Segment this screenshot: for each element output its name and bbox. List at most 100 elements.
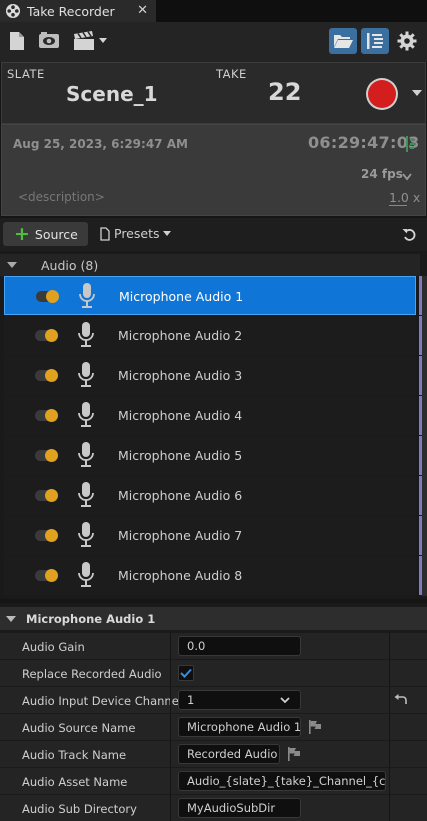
toolbar [0, 22, 427, 62]
open-folder-button[interactable] [329, 28, 357, 54]
details-title: Microphone Audio 1 [26, 611, 156, 626]
description-field[interactable]: <description> [18, 190, 105, 204]
source-name: Microphone Audio 2 [118, 328, 243, 343]
sources-list: Audio (8) Microphone Audio 1 Microphone A… [0, 251, 427, 599]
clapper-menu-button[interactable] [69, 30, 109, 52]
tab-bar: Take Recorder ✕ [0, 0, 427, 22]
chevron-down-icon[interactable] [402, 170, 412, 184]
source-name: Microphone Audio 5 [118, 448, 243, 463]
add-source-button[interactable]: + Source [3, 222, 88, 246]
microphone-icon [77, 482, 95, 511]
preset-file-icon [100, 226, 110, 241]
take-metadata-panel: Aug 25, 2023, 6:29:47 AM 06:29:47:03 24 … [1, 124, 426, 216]
source-enable-toggle[interactable] [35, 569, 58, 582]
record-icon [368, 80, 396, 108]
audio-group-label: Audio (8) [41, 257, 99, 273]
plus-icon: + [14, 222, 30, 245]
rate-underline [389, 205, 407, 206]
audio-gain-label: Audio Gain [22, 640, 85, 654]
source-enable-toggle[interactable] [36, 290, 59, 303]
microphone-icon [77, 322, 95, 351]
toggle-knob [45, 369, 58, 382]
presets-label: Presets [114, 226, 160, 241]
new-take-button[interactable] [7, 30, 27, 52]
close-tab-icon[interactable]: ✕ [137, 3, 148, 18]
replace-recorded-audio-checkbox[interactable] [178, 665, 194, 681]
slate-label: SLATE [7, 67, 45, 81]
details-panel-button[interactable] [361, 28, 389, 54]
take-value[interactable]: 22 [268, 78, 301, 106]
toggle-knob [46, 290, 59, 303]
source-name: Microphone Audio 6 [118, 488, 243, 503]
source-name-input[interactable]: Microphone Audio 1 [178, 717, 301, 737]
source-row[interactable]: Microphone Audio 4 [4, 396, 416, 435]
source-enable-toggle[interactable] [35, 529, 58, 542]
source-row[interactable]: Microphone Audio 1 [4, 276, 416, 315]
source-row[interactable]: Microphone Audio 2 [4, 316, 416, 355]
property-row-audio-gain: Audio Gain 0.0 [0, 633, 427, 659]
details-header[interactable]: Microphone Audio 1 [0, 607, 427, 630]
toggle-knob [45, 529, 58, 542]
revert-icon[interactable] [402, 227, 417, 245]
collapse-triangle-icon[interactable] [6, 615, 16, 622]
replace-recorded-audio-label: Replace Recorded Audio [22, 667, 162, 681]
add-source-label: Source [34, 226, 78, 242]
input-channel-select[interactable]: 1 [178, 690, 301, 710]
source-row[interactable]: Microphone Audio 6 [4, 476, 416, 515]
presets-dropdown[interactable]: Presets [100, 226, 171, 241]
property-row-sub-directory: Audio Sub Directory MyAudioSubDir [0, 795, 427, 821]
microphone-icon [77, 442, 95, 471]
settings-button[interactable] [395, 30, 419, 52]
source-row[interactable]: Microphone Audio 8 [4, 556, 416, 595]
timecode-provider-icon[interactable] [405, 136, 419, 155]
source-name-label: Audio Source Name [22, 721, 136, 735]
microphone-icon [77, 562, 95, 591]
input-channel-value: 1 [187, 693, 195, 707]
tab-take-recorder[interactable]: Take Recorder ✕ [0, 0, 156, 22]
source-row[interactable]: Microphone Audio 5 [4, 436, 416, 475]
frame-rate-select[interactable]: 24 fps [361, 167, 403, 181]
source-enable-toggle[interactable] [35, 489, 58, 502]
toggle-knob [45, 449, 58, 462]
sub-directory-input[interactable]: MyAudioSubDir [178, 798, 301, 818]
microphone-icon [77, 402, 95, 431]
microphone-icon [77, 522, 95, 551]
settings-gear-icon [397, 31, 417, 51]
input-channel-label: Audio Input Device Channel [22, 694, 182, 708]
source-row[interactable]: Microphone Audio 7 [4, 516, 416, 555]
take-label: TAKE [216, 67, 247, 81]
asset-name-input[interactable]: Audio_{slate}_{take}_Channel_{channel} [178, 771, 386, 791]
toggle-knob [45, 489, 58, 502]
record-button[interactable] [366, 78, 398, 110]
details-panel: Microphone Audio 1 Audio Gain 0.0 Replac… [0, 603, 427, 821]
slate-take-panel: SLATE Scene_1 TAKE 22 [1, 62, 426, 124]
source-enable-toggle[interactable] [35, 449, 58, 462]
source-name: Microphone Audio 3 [118, 368, 243, 383]
source-toolbar: + Source Presets [0, 218, 427, 251]
reset-to-default-icon[interactable] [394, 694, 408, 709]
source-enable-toggle[interactable] [35, 329, 58, 342]
review-button[interactable] [37, 30, 61, 52]
new-file-icon [10, 32, 24, 50]
clapper-icon [73, 31, 94, 50]
source-name: Microphone Audio 4 [118, 408, 243, 423]
source-enable-toggle[interactable] [35, 409, 58, 422]
collapse-triangle-icon[interactable] [7, 262, 17, 268]
flag-icon[interactable] [308, 720, 322, 737]
sources-scrollbar[interactable] [422, 276, 427, 596]
source-row[interactable]: Microphone Audio 3 [4, 356, 416, 395]
source-name: Microphone Audio 7 [118, 528, 243, 543]
track-name-input[interactable]: Recorded Audio [178, 744, 280, 764]
toggle-knob [45, 329, 58, 342]
slate-value[interactable]: Scene_1 [66, 82, 158, 106]
checkmark-icon [180, 668, 192, 678]
flag-icon[interactable] [287, 747, 301, 764]
property-row-replace-recorded-audio: Replace Recorded Audio [0, 660, 427, 686]
audio-gain-input[interactable]: 0.0 [178, 636, 301, 656]
playback-rate-field[interactable]: 1.0 x [389, 190, 420, 205]
chevron-down-icon [98, 38, 107, 43]
sub-directory-label: Audio Sub Directory [22, 802, 137, 816]
source-enable-toggle[interactable] [35, 369, 58, 382]
record-options-chevron-icon[interactable] [412, 90, 422, 96]
audio-group-row[interactable]: Audio (8) [0, 254, 420, 276]
